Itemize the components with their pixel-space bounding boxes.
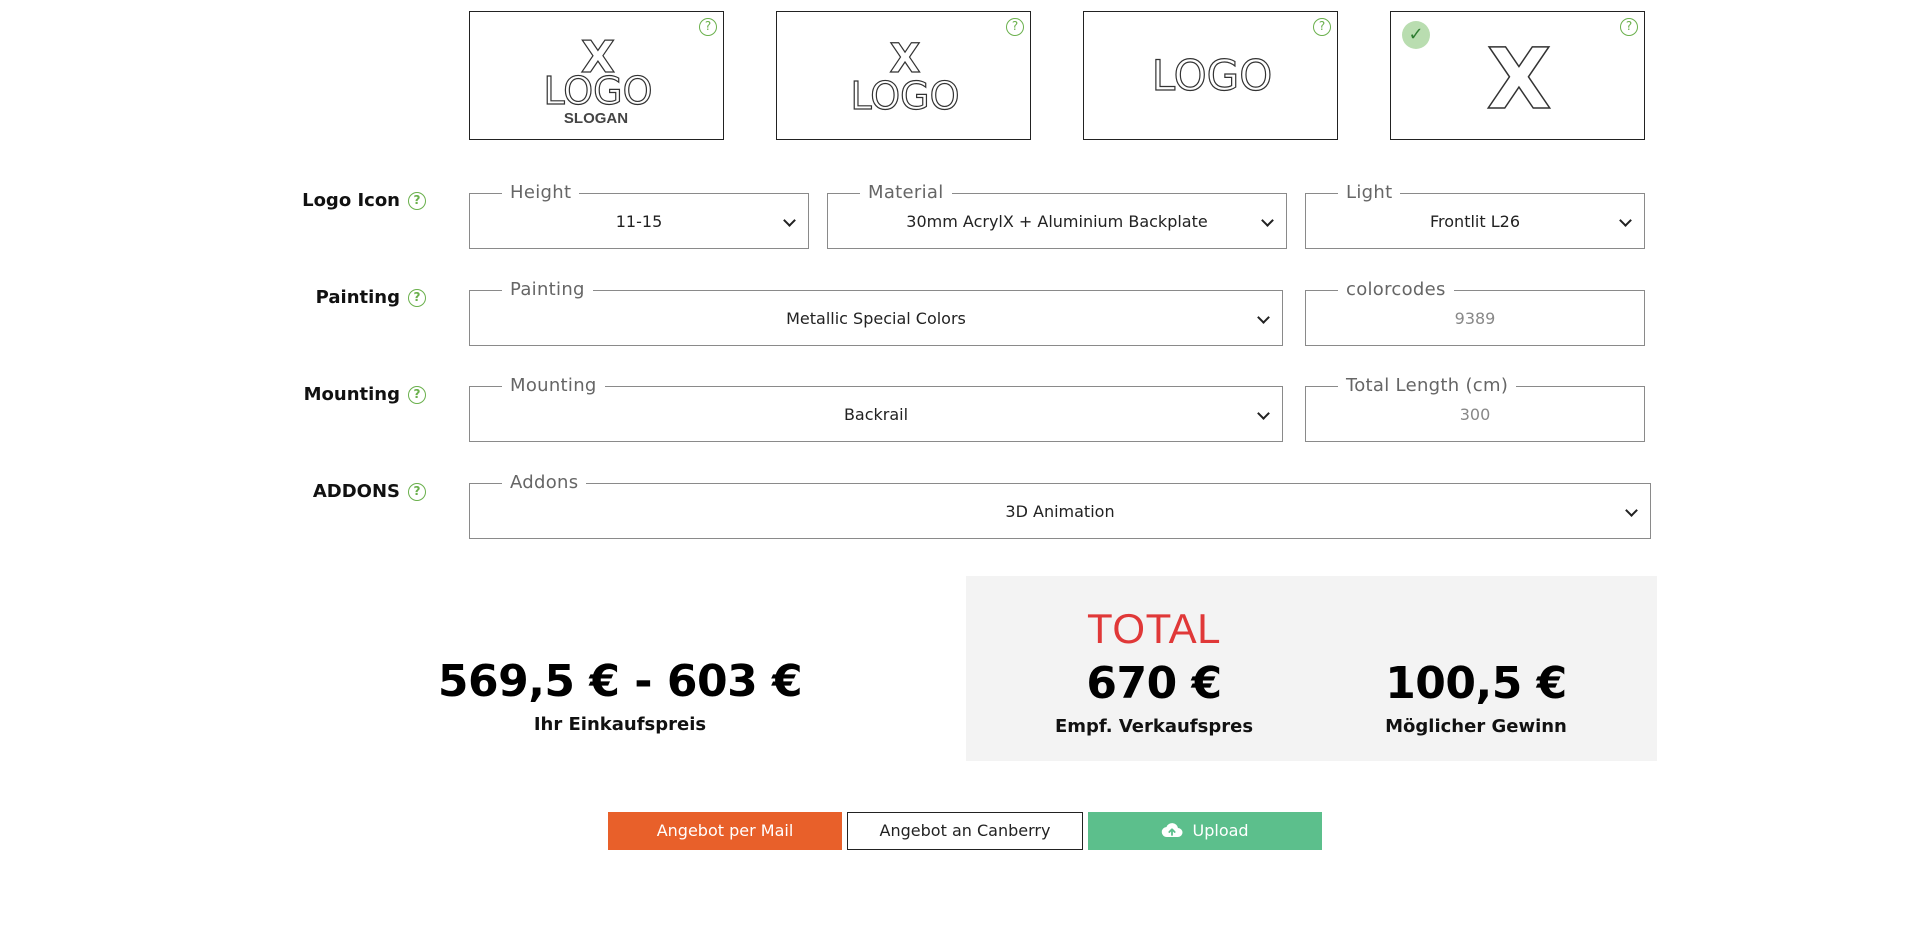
option-card-logo[interactable]: LOGO ? [1083, 11, 1338, 140]
material-select[interactable]: Material 30mm AcrylX + Aluminium Backpla… [827, 180, 1287, 249]
help-icon[interactable]: ? [699, 18, 717, 36]
material-legend: Material [860, 180, 952, 206]
material-value: 30mm AcrylX + Aluminium Backplate [906, 212, 1208, 231]
help-icon[interactable]: ? [1620, 18, 1638, 36]
option-card-x-logo[interactable]: X LOGO ? [776, 11, 1031, 140]
card-text-x: X [1487, 30, 1552, 128]
upload-label: Upload [1192, 821, 1249, 840]
addons-select[interactable]: Addons 3D Animation [469, 470, 1651, 539]
card-text-logo: LOGO [850, 74, 959, 118]
upload-button[interactable]: Upload [1088, 812, 1322, 850]
total-length-value: 300 [1459, 405, 1491, 424]
row-label-addons: ADDONS ? [313, 481, 426, 502]
total-title: TOTAL [1087, 605, 1221, 652]
card-text-logo: LOGO [543, 69, 652, 113]
total-length-legend: Total Length (cm) [1338, 373, 1517, 399]
help-icon[interactable]: ? [408, 191, 426, 210]
x-logo-preview-icon: X LOGO [850, 35, 960, 118]
help-icon[interactable]: ? [408, 385, 426, 404]
help-icon[interactable]: ? [1313, 18, 1331, 36]
painting-value: Metallic Special Colors [786, 309, 966, 328]
x-logo-slogan-preview-icon: X LOGO SLOGAN [543, 31, 653, 127]
colorcodes-legend: colorcodes [1338, 277, 1454, 303]
painting-legend: Painting [502, 277, 593, 303]
purchase-price: 569,5 € - 603 € [437, 656, 803, 707]
light-value: Frontlit L26 [1430, 212, 1520, 231]
mounting-select[interactable]: Mounting Backrail [469, 373, 1283, 442]
retail-price-label: Empf. Verkaufspres [1054, 716, 1254, 737]
mounting-legend: Mounting [502, 373, 605, 399]
selected-check-icon: ✓ [1402, 21, 1430, 49]
mounting-value: Backrail [843, 405, 909, 424]
addons-legend: Addons [502, 470, 587, 496]
light-legend: Light [1338, 180, 1401, 206]
retail-price: 670 € [1086, 658, 1222, 709]
option-card-x[interactable]: X ✓ ? [1390, 11, 1645, 140]
height-legend: Height [502, 180, 580, 206]
row-label-painting: Painting ? [316, 287, 426, 308]
addons-value: 3D Animation [1005, 502, 1115, 521]
help-icon[interactable]: ? [408, 482, 426, 501]
offer-mail-button[interactable]: Angebot per Mail [608, 812, 842, 850]
logo-preview-icon: LOGO [1151, 50, 1273, 100]
offer-canberry-button[interactable]: Angebot an Canberry [847, 812, 1083, 850]
total-length-input[interactable]: Total Length (cm) 300 [1305, 373, 1645, 442]
option-card-x-logo-slogan[interactable]: X LOGO SLOGAN ? [469, 11, 724, 140]
card-text-slogan: SLOGAN [564, 110, 628, 127]
colorcodes-value: 9389 [1454, 309, 1496, 328]
profit-value: 100,5 € [1385, 658, 1567, 709]
profit-label: Möglicher Gewinn [1385, 716, 1567, 737]
colorcodes-input[interactable]: colorcodes 9389 [1305, 277, 1645, 346]
row-label-mounting: Mounting ? [304, 384, 426, 405]
offer-canberry-label: Angebot an Canberry [879, 821, 1051, 840]
offer-mail-label: Angebot per Mail [656, 821, 794, 840]
height-value: 11-15 [615, 212, 663, 231]
help-icon[interactable]: ? [408, 288, 426, 307]
light-select[interactable]: Light Frontlit L26 [1305, 180, 1645, 249]
height-select[interactable]: Height 11-15 [469, 180, 809, 249]
purchase-price-label: Ihr Einkaufspreis [533, 714, 707, 735]
row-label-logo-icon: Logo Icon ? [302, 190, 426, 211]
card-text-logo: LOGO [1152, 51, 1273, 100]
cloud-upload-icon [1162, 823, 1183, 838]
painting-select[interactable]: Painting Metallic Special Colors [469, 277, 1283, 346]
help-icon[interactable]: ? [1006, 18, 1024, 36]
